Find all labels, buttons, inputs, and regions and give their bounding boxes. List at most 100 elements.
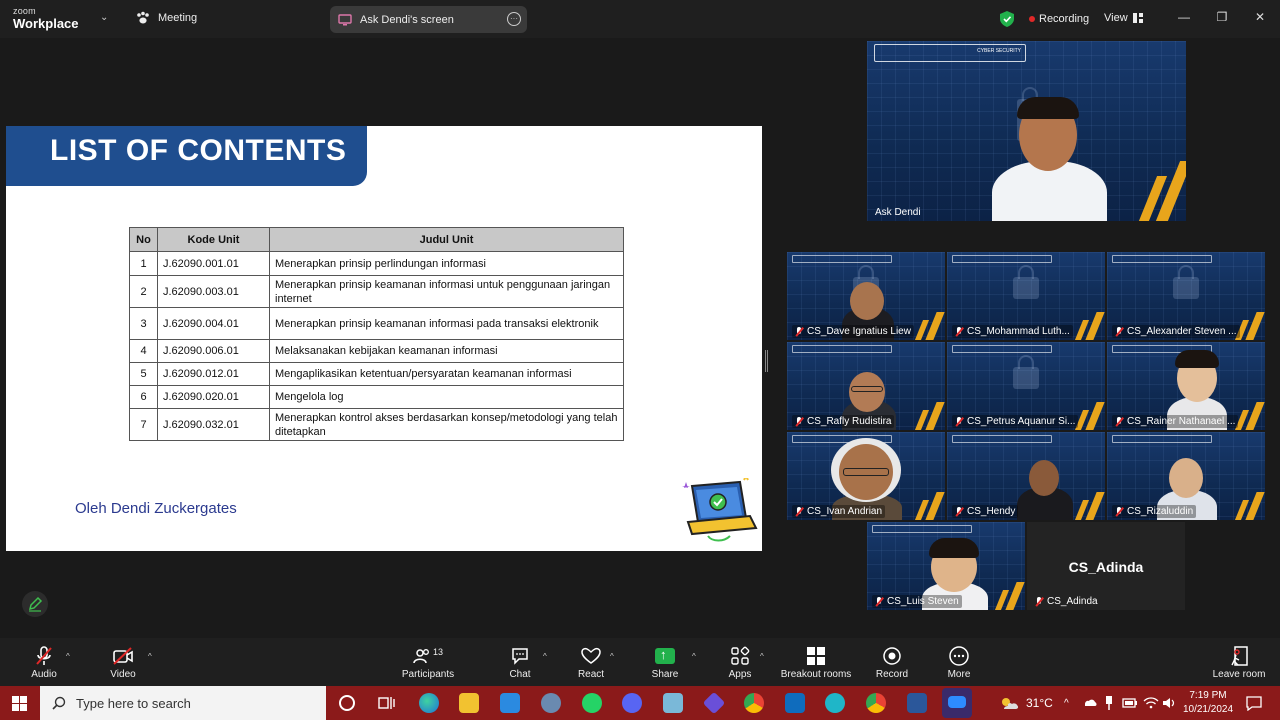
- audio-options-chevron-icon[interactable]: ^: [66, 652, 70, 661]
- header-no: No: [129, 227, 158, 252]
- speaker-name: Ask Dendi: [875, 207, 921, 218]
- table-row: 3 J.62090.004.01 Menerapkan prinsip keam…: [129, 307, 624, 340]
- share-button[interactable]: Share: [646, 638, 684, 686]
- chrome-profile-icon[interactable]: [866, 693, 886, 713]
- meeting-info-button[interactable]: Meeting: [136, 11, 197, 25]
- chrome-icon[interactable]: [744, 693, 764, 713]
- mic-muted-icon: [36, 646, 52, 665]
- participant-name-label: CS_Rafly Rudistira: [792, 415, 895, 428]
- row-no: 3: [129, 307, 158, 340]
- react-options-chevron-icon[interactable]: ^: [610, 652, 614, 661]
- more-button[interactable]: More: [940, 638, 978, 686]
- leave-label: Leave room: [1212, 669, 1266, 680]
- chat-button[interactable]: Chat: [502, 638, 538, 686]
- screen-share-icon: [338, 13, 352, 25]
- participant-name: CS_Hendy: [967, 506, 1016, 517]
- table-row: 4 J.62090.006.01 Melaksanakan kebijakan …: [129, 339, 624, 363]
- audio-button[interactable]: Audio: [24, 638, 64, 686]
- app-icon[interactable]: [541, 693, 561, 713]
- participant-tile[interactable]: CS_Petrus Aquanur Si...: [947, 342, 1105, 430]
- chevron-down-icon[interactable]: ⌄: [100, 12, 108, 23]
- leave-room-button[interactable]: Leave room: [1210, 638, 1268, 686]
- meeting-toolbar: Audio ^ Video ^ 13 Participants Chat ^ R…: [0, 638, 1280, 686]
- participant-tile[interactable]: CS_Ivan Andrian: [787, 432, 945, 520]
- chat-icon: [512, 648, 528, 665]
- participant-tile[interactable]: CS_Adinda CS_Adinda: [1027, 522, 1185, 610]
- mail-icon[interactable]: [500, 693, 520, 713]
- taskbar-clock[interactable]: 7:19 PM 10/21/2024: [1178, 689, 1238, 717]
- encryption-shield-icon[interactable]: [1000, 11, 1014, 27]
- minimize-icon[interactable]: —: [1174, 10, 1194, 24]
- task-view-icon[interactable]: [378, 695, 396, 711]
- panel-resize-handle[interactable]: [765, 350, 768, 372]
- notepad-icon[interactable]: [663, 693, 683, 713]
- windows-start-icon[interactable]: [12, 696, 27, 711]
- edge-icon[interactable]: [419, 693, 439, 713]
- taskbar-search[interactable]: Type here to search: [40, 686, 326, 720]
- logo-line2: Workplace: [13, 16, 79, 31]
- react-button[interactable]: React: [572, 638, 610, 686]
- notification-icon[interactable]: [1245, 695, 1263, 711]
- tray-overflow-chevron-icon[interactable]: ^: [1064, 686, 1069, 720]
- annotate-button[interactable]: [22, 591, 48, 617]
- share-options-chevron-icon[interactable]: ^: [692, 652, 696, 661]
- header-judul-unit: Judul Unit: [269, 227, 624, 252]
- breakout-rooms-button[interactable]: Breakout rooms: [778, 638, 854, 686]
- cortana-icon[interactable]: [339, 695, 355, 711]
- participant-name-label: CS_Ivan Andrian: [792, 505, 886, 518]
- participants-button[interactable]: 13 Participants: [398, 638, 458, 686]
- zoom-taskbar-button[interactable]: [942, 688, 972, 718]
- view-button[interactable]: View: [1104, 12, 1143, 24]
- participant-name-label: CS_Petrus Aquanur Si...: [952, 415, 1079, 428]
- file-explorer-icon[interactable]: [459, 693, 479, 713]
- speaker-video-tile[interactable]: CYBER SECURITY Ask Dendi: [867, 41, 1186, 221]
- muted-mic-icon: [955, 416, 963, 427]
- row-no: 7: [129, 408, 158, 441]
- chat-options-chevron-icon[interactable]: ^: [543, 652, 547, 661]
- participant-name-label: CS_Adinda: [1032, 595, 1101, 608]
- screen-share-indicator[interactable]: Ask Dendi's screen ···: [330, 6, 527, 33]
- more-label: More: [947, 669, 971, 680]
- close-icon[interactable]: ✕: [1250, 10, 1270, 24]
- usb-icon[interactable]: [1104, 695, 1114, 711]
- muted-mic-icon: [955, 506, 963, 517]
- participant-tile[interactable]: CS_Mohammad Luth...: [947, 252, 1105, 340]
- video-options-chevron-icon[interactable]: ^: [148, 652, 152, 661]
- participant-name-label: CS_Mohammad Luth...: [952, 325, 1073, 338]
- participant-tile[interactable]: CS_Hendy: [947, 432, 1105, 520]
- more-icon: [949, 646, 969, 666]
- muted-mic-icon: [1115, 326, 1123, 337]
- onedrive-icon[interactable]: [1082, 696, 1098, 708]
- video-button[interactable]: Video: [103, 638, 143, 686]
- recording-indicator[interactable]: Recording: [1029, 13, 1089, 25]
- restore-icon[interactable]: ❐: [1212, 10, 1232, 24]
- participant-tile[interactable]: CS_Rainer Nathanael ...: [1107, 342, 1265, 430]
- record-button[interactable]: Record: [872, 638, 912, 686]
- participant-name: CS_Mohammad Luth...: [967, 326, 1070, 337]
- visual-studio-icon[interactable]: [702, 691, 726, 715]
- word-icon[interactable]: [907, 693, 927, 713]
- participant-tile[interactable]: CS_Rizaluddin: [1107, 432, 1265, 520]
- participant-center-name: CS_Adinda: [1068, 559, 1144, 575]
- wifi-icon[interactable]: [1143, 696, 1159, 710]
- breakout-rooms-icon: [807, 647, 825, 665]
- participant-tile[interactable]: CS_Luis Steven: [867, 522, 1025, 610]
- participant-name: CS_Rizaluddin: [1127, 506, 1194, 517]
- outlook-icon[interactable]: [785, 693, 805, 713]
- weather-widget[interactable]: 31°C: [998, 686, 1053, 720]
- apps-options-chevron-icon[interactable]: ^: [760, 652, 764, 661]
- volume-icon[interactable]: [1162, 696, 1176, 710]
- zoom-logo[interactable]: zoom Workplace: [13, 7, 79, 31]
- header-kode-unit: Kode Unit: [157, 227, 270, 252]
- canva-icon[interactable]: [825, 693, 845, 713]
- whatsapp-icon[interactable]: [582, 693, 602, 713]
- record-icon: [883, 647, 901, 665]
- apps-button[interactable]: Apps: [722, 638, 758, 686]
- participant-tile[interactable]: CS_Alexander Steven ...: [1107, 252, 1265, 340]
- participant-tile[interactable]: CS_Dave Ignatius Liew: [787, 252, 945, 340]
- battery-icon[interactable]: [1122, 697, 1138, 709]
- row-judul: Mengaplikasikan ketentuan/persyaratan ke…: [269, 362, 624, 386]
- more-options-icon[interactable]: ···: [507, 12, 521, 26]
- discord-icon[interactable]: [622, 693, 642, 713]
- participant-tile[interactable]: CS_Rafly Rudistira: [787, 342, 945, 430]
